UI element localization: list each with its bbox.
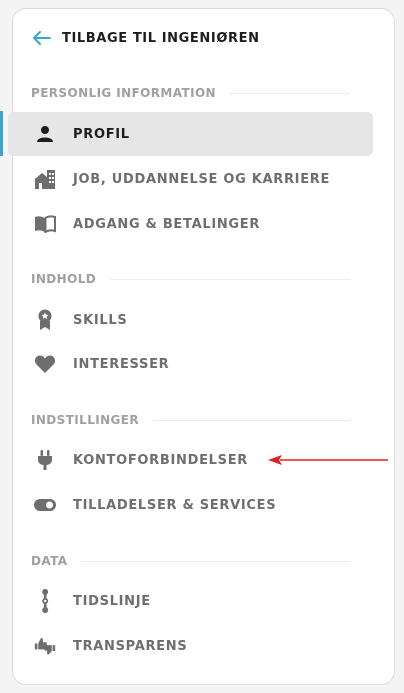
section-content: INDHOLD [31, 272, 350, 286]
nav-item-label: TIDSLINJE [73, 593, 151, 609]
nav-item-label: KONTOFORBINDELSER [73, 452, 249, 468]
arrow-left-icon [33, 31, 51, 45]
section-personal-info: PERSONLIG INFORMATION [31, 86, 350, 100]
book-icon [34, 213, 56, 235]
nav-item-kontoforbindelser[interactable]: KONTOFORBINDELSER [8, 438, 373, 482]
nav-item-label: ADGANG & BETALINGER [73, 216, 261, 232]
section-title: DATA [31, 554, 68, 568]
nav-item-tilladelser-services[interactable]: TILLADELSER & SERVICES [8, 483, 373, 527]
heart-icon [34, 353, 56, 375]
section-title: PERSONLIG INFORMATION [31, 86, 216, 100]
award-icon [34, 309, 56, 331]
toggle-icon [34, 494, 56, 516]
section-divider [110, 278, 350, 280]
nav-item-label: SKILLS [73, 312, 128, 328]
person-icon [34, 123, 56, 145]
section-title: INDSTILLINGER [31, 413, 140, 427]
nav-item-skills[interactable]: SKILLS [8, 298, 373, 342]
section-settings: INDSTILLINGER [31, 413, 350, 427]
nav-item-job[interactable]: JOB, UDDANNELSE OG KARRIERE [8, 157, 373, 201]
nav-item-adgang-betalinger[interactable]: ADGANG & BETALINGER [8, 202, 373, 246]
section-divider [230, 92, 350, 94]
section-divider [153, 419, 350, 421]
thumbs-icon [34, 635, 56, 657]
nav-item-interesser[interactable]: INTERESSER [8, 342, 373, 386]
nav-item-transparens[interactable]: TRANSPARENS [8, 624, 373, 668]
nav-item-label: INTERESSER [73, 356, 170, 372]
active-indicator [0, 111, 3, 156]
buildings-icon [34, 168, 56, 190]
nav-item-label: TILLADELSER & SERVICES [73, 497, 277, 513]
back-link-label: TILBAGE TIL INGENIØREN [62, 30, 260, 46]
nav-item-profil[interactable]: PROFIL [8, 112, 373, 156]
section-divider [81, 560, 350, 562]
nav-item-label: JOB, UDDANNELSE OG KARRIERE [73, 171, 331, 187]
plug-icon [34, 449, 56, 471]
back-to-engineer-link[interactable]: TILBAGE TIL INGENIØREN [32, 27, 260, 49]
nav-item-tidslinje[interactable]: TIDSLINJE [8, 579, 373, 623]
section-title: INDHOLD [31, 272, 97, 286]
nav-item-label: PROFIL [73, 126, 130, 142]
nav-item-label: TRANSPARENS [73, 638, 188, 654]
section-data: DATA [31, 554, 350, 568]
timeline-icon [34, 589, 56, 613]
